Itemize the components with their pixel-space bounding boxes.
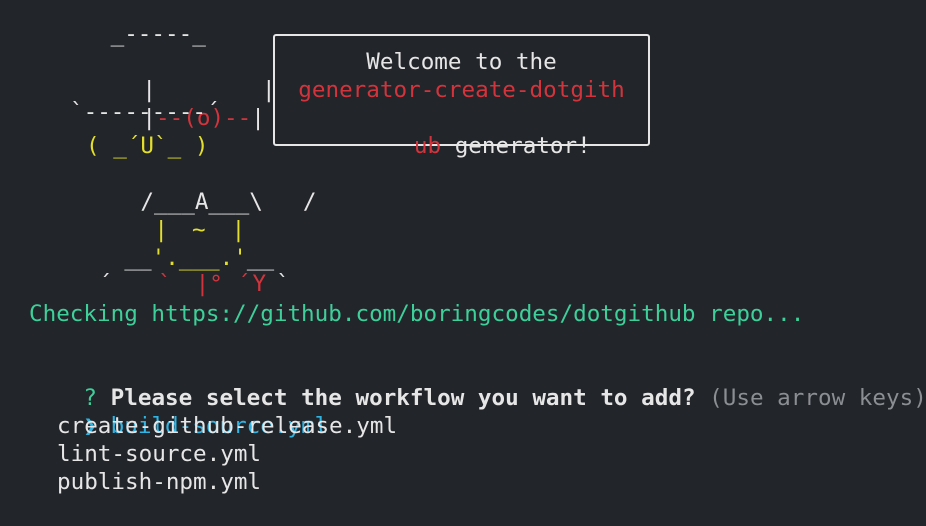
welcome-generator-name-end: ub xyxy=(413,133,442,159)
mascot-legs: __'.___.'__ xyxy=(70,216,274,271)
mascot-chin: `---------´ xyxy=(70,99,220,125)
mascot-belly: | ~ | xyxy=(100,188,245,243)
prompt-hint: (Use arrow keys) xyxy=(709,385,926,411)
mascot-mouth: ( _´U`_ ) xyxy=(86,133,209,159)
mascot-eye-bar-right: | xyxy=(251,105,265,131)
mascot-foot-mark-3: ´ xyxy=(236,271,251,297)
welcome-generator-word: generator! xyxy=(441,133,591,159)
mascot-feet: ´ ` |° ´Y ` xyxy=(44,242,289,297)
welcome-generator-name: generator-create-dotgith xyxy=(298,77,625,103)
option-publish-npm[interactable]: publish-npm.yml xyxy=(57,468,261,496)
option-create-github-release[interactable]: create-github-release.yml xyxy=(57,412,397,440)
option-build-source[interactable]: ❯ build-source.yml xyxy=(29,384,328,439)
mascot-foot-left: ´ xyxy=(98,271,113,297)
option-lint-source[interactable]: lint-source.yml xyxy=(57,440,261,468)
terminal-window: _-----_ | | |--(o)--| `---------´ ( _´U`_… xyxy=(0,0,926,526)
mascot-foot-mark-1: ` xyxy=(158,271,172,297)
mascot-foot-mark-4: Y xyxy=(252,271,267,297)
mascot-arm: / xyxy=(302,189,317,215)
welcome-line-1: Welcome to the xyxy=(366,49,557,75)
mascot-head: | | xyxy=(88,48,275,103)
checking-status: Checking https://github.com/boringcodes/… xyxy=(29,301,805,327)
workflow-prompt: ? Please select the workflow you want to… xyxy=(29,356,926,411)
welcome-line-3: ub generator! xyxy=(275,104,648,159)
mascot-foot-right: ` xyxy=(276,271,290,297)
mascot-foot-mark-2: |° xyxy=(195,271,223,297)
mascot-body-row: /___A___\ / xyxy=(86,160,316,215)
mascot-hat-top: _-----_ xyxy=(97,21,220,47)
welcome-box: Welcome to the generator-create-dotgith … xyxy=(273,34,650,159)
